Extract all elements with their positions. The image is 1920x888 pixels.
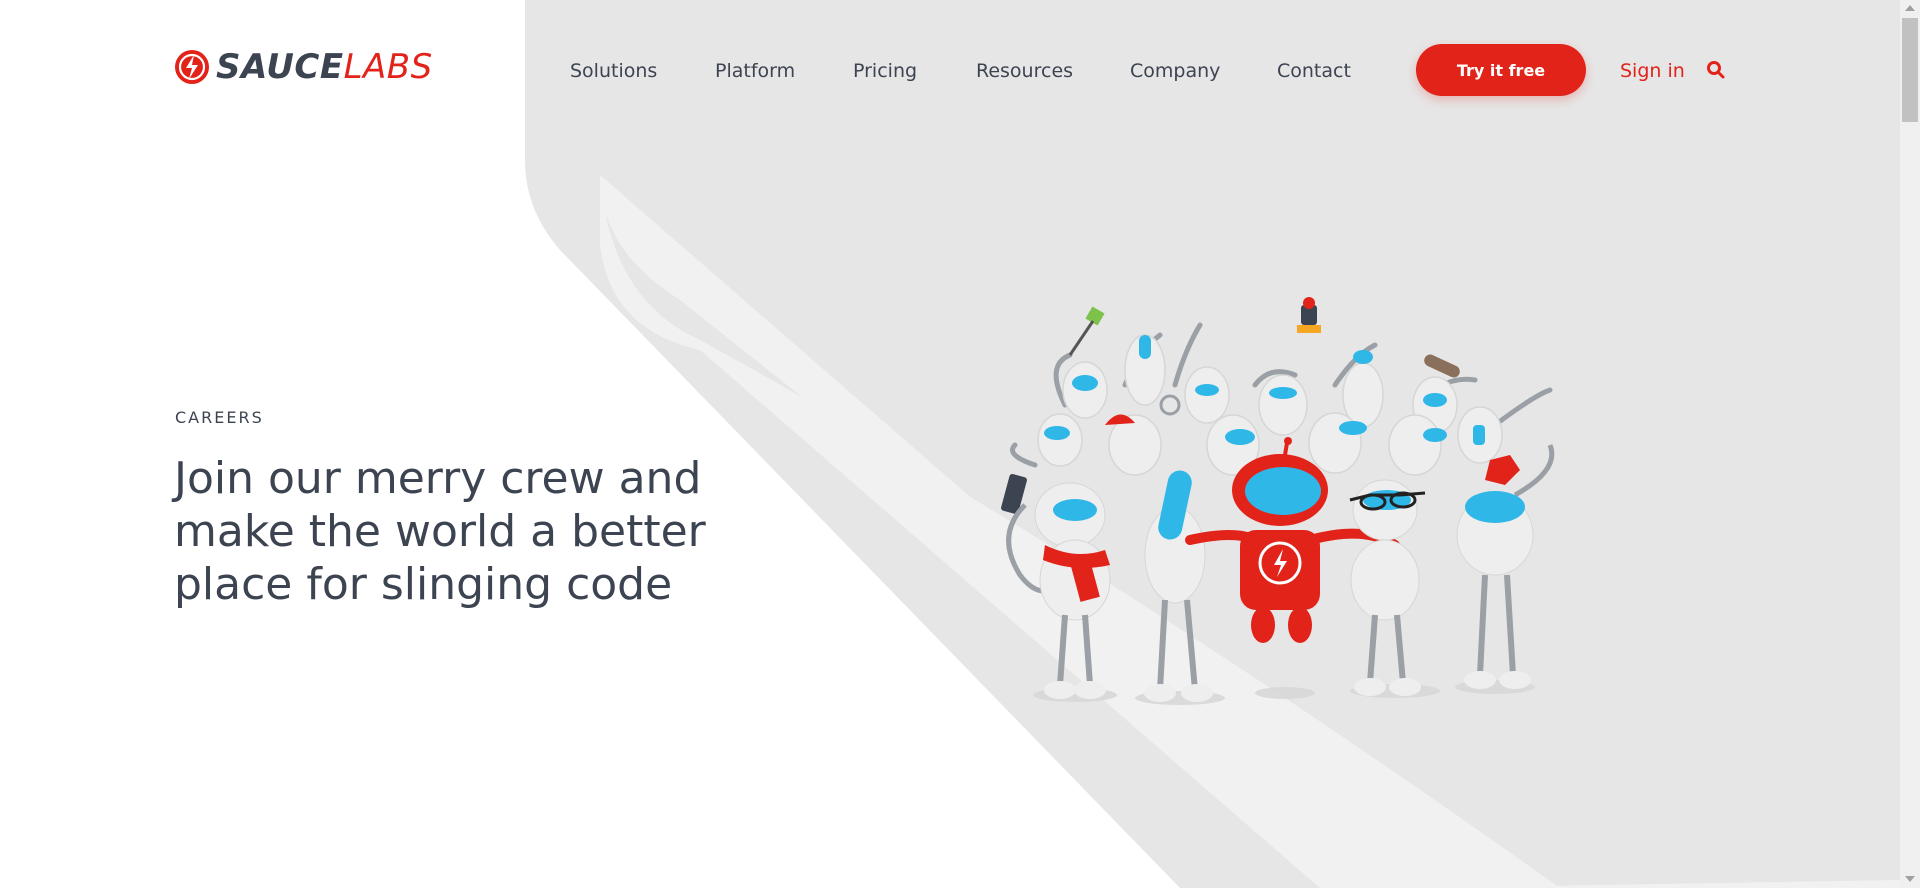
logo-text-labs: LABS <box>343 47 433 87</box>
headline-line-3: place for slinging code <box>174 559 673 610</box>
scroll-down-arrow-icon[interactable] <box>1905 876 1915 882</box>
scroll-up-arrow-icon[interactable] <box>1905 5 1915 11</box>
nav-platform[interactable]: Platform <box>715 56 795 86</box>
headline-line-2: make the world a better <box>174 506 706 557</box>
front-robot-glasses <box>1349 479 1426 696</box>
vertical-scrollbar[interactable] <box>1900 0 1920 888</box>
floor-shadows <box>1033 680 1535 705</box>
background-panels <box>525 0 1900 888</box>
nav-solutions[interactable]: Solutions <box>570 56 657 86</box>
headline-line-1: Join our merry crew and <box>174 453 702 504</box>
nav-contact[interactable]: Contact <box>1277 56 1351 86</box>
try-it-free-button[interactable]: Try it free <box>1416 44 1586 96</box>
front-robot-scarf <box>1006 482 1111 699</box>
robot-crew-illustration <box>1001 297 1555 705</box>
nav-pricing[interactable]: Pricing <box>853 56 917 86</box>
saucelabs-logo[interactable]: SAUCELABS <box>174 47 433 87</box>
front-robot-tall <box>1144 470 1213 702</box>
scrollbar-thumb[interactable] <box>1902 18 1918 122</box>
front-robot-right <box>1456 444 1555 689</box>
careers-eyebrow: CAREERS <box>175 408 264 427</box>
nav-company[interactable]: Company <box>1130 56 1220 86</box>
search-icon[interactable] <box>1706 60 1726 80</box>
nav-resources[interactable]: Resources <box>976 56 1073 86</box>
careers-page: SAUCELABS Solutions Platform Pricing Res… <box>0 0 1920 888</box>
sign-in-link[interactable]: Sign in <box>1620 56 1685 86</box>
hero-headline: Join our merry crew and make the world a… <box>174 452 774 611</box>
saucelabs-logo-icon <box>175 50 209 84</box>
logo-text-sauce: SAUCE <box>216 47 344 87</box>
